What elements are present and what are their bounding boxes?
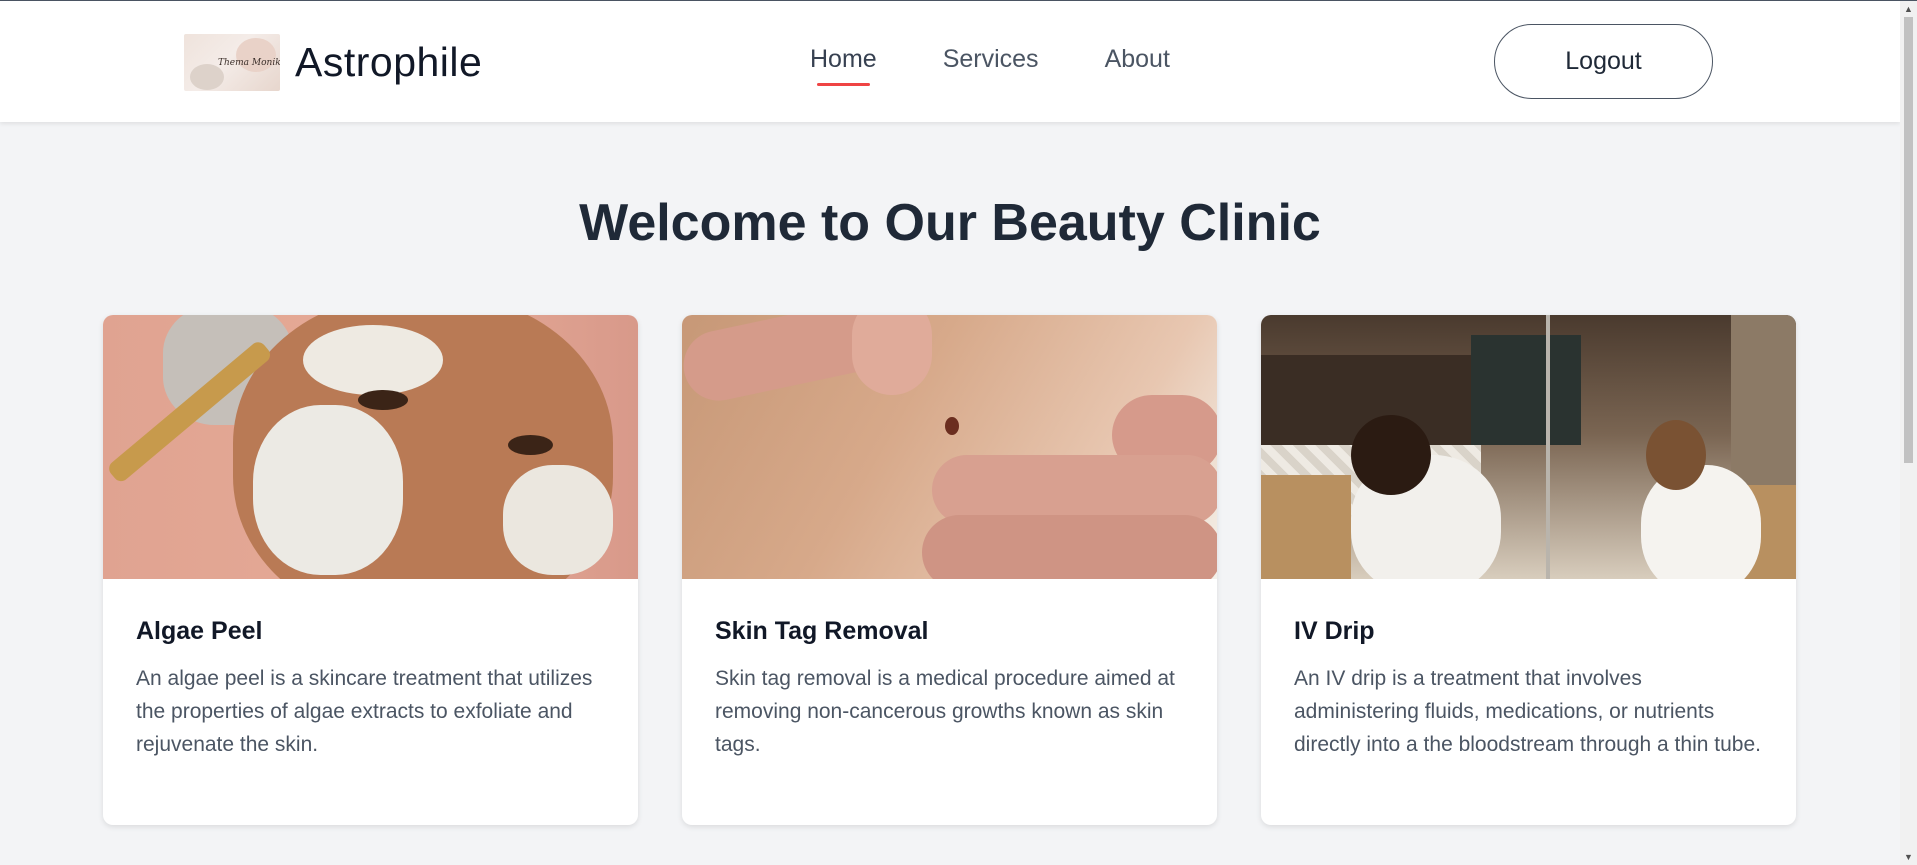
service-card-skin-tag-removal[interactable]: Skin Tag Removal Skin tag removal is a m… bbox=[682, 315, 1217, 825]
service-card-algae-peel[interactable]: Algae Peel An algae peel is a skincare t… bbox=[103, 315, 638, 825]
brand-logo: Thema Monika bbox=[184, 34, 280, 91]
card-title: Skin Tag Removal bbox=[715, 617, 929, 645]
scroll-down-icon[interactable]: ▼ bbox=[1900, 849, 1917, 865]
card-title: Algae Peel bbox=[136, 617, 263, 645]
logo-signature: Thema Monika bbox=[218, 58, 280, 68]
main-nav: Home Services About bbox=[810, 45, 1236, 86]
image-shape bbox=[358, 390, 408, 410]
image-shape bbox=[508, 435, 553, 455]
service-card-iv-drip[interactable]: IV Drip An IV drip is a treatment that i… bbox=[1261, 315, 1796, 825]
nav-item-about[interactable]: About bbox=[1105, 45, 1170, 74]
card-body: IV Drip An IV drip is a treatment that i… bbox=[1261, 579, 1796, 761]
page: Thema Monika Astrophile Home Services Ab… bbox=[0, 0, 1900, 865]
logout-button[interactable]: Logout bbox=[1494, 24, 1713, 99]
card-description: Skin tag removal is a medical procedure … bbox=[715, 667, 1175, 756]
card-body: Skin Tag Removal Skin tag removal is a m… bbox=[682, 579, 1217, 761]
vertical-scrollbar[interactable]: ▲ ▼ bbox=[1900, 1, 1917, 865]
page-title: Welcome to Our Beauty Clinic bbox=[579, 194, 1321, 252]
image-shape bbox=[253, 405, 403, 575]
scroll-thumb[interactable] bbox=[1904, 17, 1913, 463]
image-shape bbox=[303, 325, 443, 395]
image-shape bbox=[922, 515, 1217, 579]
scroll-up-icon[interactable]: ▲ bbox=[1900, 1, 1917, 17]
nav-item-services[interactable]: Services bbox=[943, 45, 1039, 74]
card-description: An algae peel is a skincare treatment th… bbox=[136, 667, 593, 756]
image-shape bbox=[1471, 335, 1581, 445]
image-shape bbox=[945, 417, 959, 435]
image-shape bbox=[1646, 420, 1706, 490]
brand-name: Astrophile bbox=[295, 39, 483, 85]
nav-item-home[interactable]: Home bbox=[810, 45, 877, 86]
brand[interactable]: Thema Monika Astrophile bbox=[184, 34, 482, 91]
image-shape bbox=[1351, 415, 1431, 495]
card-image bbox=[682, 315, 1217, 579]
image-shape bbox=[1546, 315, 1550, 579]
image-shape bbox=[1261, 475, 1351, 579]
navbar: Thema Monika Astrophile Home Services Ab… bbox=[0, 1, 1900, 122]
card-image bbox=[103, 315, 638, 579]
card-body: Algae Peel An algae peel is a skincare t… bbox=[103, 579, 638, 761]
image-shape bbox=[852, 315, 932, 395]
card-title: IV Drip bbox=[1294, 617, 1375, 645]
card-description: An IV drip is a treatment that involves … bbox=[1294, 667, 1761, 756]
card-image bbox=[1261, 315, 1796, 579]
image-shape bbox=[503, 465, 613, 575]
